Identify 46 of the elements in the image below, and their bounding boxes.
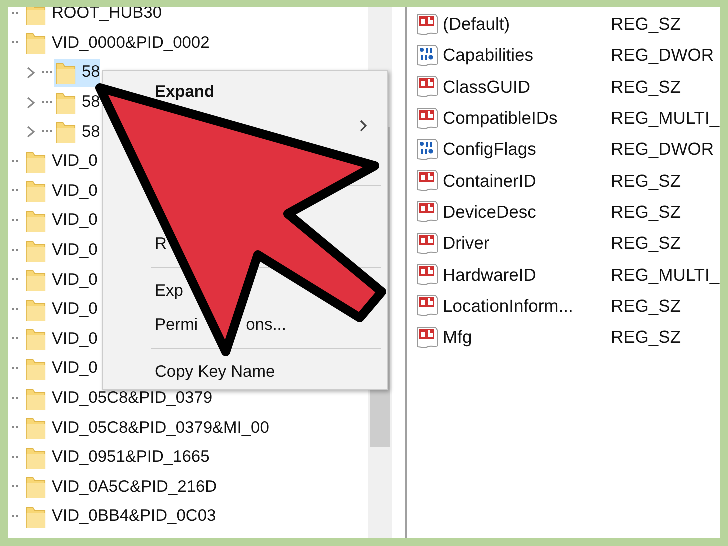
- menu-item[interactable]: Copy Key Name: [155, 362, 276, 382]
- tree-item[interactable]: 58: [54, 118, 100, 146]
- tree-item[interactable]: VID_0A5C&PID_216D: [24, 473, 218, 502]
- tree-item[interactable]: VID_0951&PID_1665: [24, 444, 210, 472]
- value-name[interactable]: Driver: [443, 233, 611, 254]
- value-type: REG_MULTI_: [611, 264, 720, 286]
- value-name[interactable]: Mfg: [443, 327, 611, 348]
- menu-item[interactable]: R: [155, 234, 167, 254]
- value-name[interactable]: CompatibleIDs: [443, 108, 611, 130]
- value-type: REG_SZ: [611, 14, 682, 36]
- value-type: REG_SZ: [611, 296, 682, 317]
- value-name[interactable]: ConfigFlags: [443, 139, 611, 160]
- menu-item-text[interactable]: Permi: [155, 316, 198, 334]
- value-type: REG_SZ: [611, 327, 682, 348]
- value-type: REG_DWOR: [611, 45, 714, 66]
- value-name[interactable]: HardwareID: [443, 264, 611, 286]
- value-name[interactable]: ContainerID: [443, 170, 611, 192]
- tree-item[interactable]: VID_0: [24, 266, 98, 294]
- value-name[interactable]: Capabilities: [443, 45, 611, 66]
- tree-item[interactable]: VID_0BB4&PID_0C03: [24, 502, 216, 531]
- value-type: REG_SZ: [611, 202, 682, 223]
- tree-item[interactable]: VID_0: [24, 236, 98, 265]
- value-name[interactable]: (Default): [443, 14, 611, 36]
- value-type: REG_SZ: [611, 170, 682, 192]
- menu-item[interactable]: Exp: [155, 282, 184, 300]
- value-name[interactable]: ClassGUID: [443, 76, 611, 98]
- tree-item[interactable]: VID_05C8&PID_0379: [24, 384, 213, 413]
- value-type: REG_SZ: [611, 233, 682, 254]
- tree-item[interactable]: VID_0: [24, 325, 98, 354]
- tree-item[interactable]: VID_0: [24, 148, 98, 176]
- value-name[interactable]: LocationInform...: [443, 296, 611, 317]
- menu-item-text[interactable]: ons...: [246, 316, 286, 334]
- tree-item[interactable]: VID_0: [24, 296, 98, 324]
- value-type: REG_DWOR: [611, 139, 714, 160]
- tree-item[interactable]: VID_0: [24, 206, 98, 235]
- tree-item[interactable]: VID_0000&PID_0002: [24, 29, 210, 58]
- value-name[interactable]: DeviceDesc: [443, 202, 611, 223]
- tree-item[interactable]: VID_0: [24, 177, 98, 206]
- menu-item[interactable]: Expand: [155, 82, 215, 102]
- tree-item[interactable]: ROOT_HUB30: [24, 7, 162, 28]
- tree-item[interactable]: VID_0: [24, 354, 98, 383]
- tree-item[interactable]: VID_05C8&PID_0379&MI_00: [24, 414, 270, 442]
- value-type: REG_SZ: [611, 76, 682, 98]
- value-type: REG_MULTI_: [611, 108, 720, 130]
- tree-item[interactable]: 58: [54, 88, 100, 117]
- tree-item[interactable]: 58: [54, 58, 100, 87]
